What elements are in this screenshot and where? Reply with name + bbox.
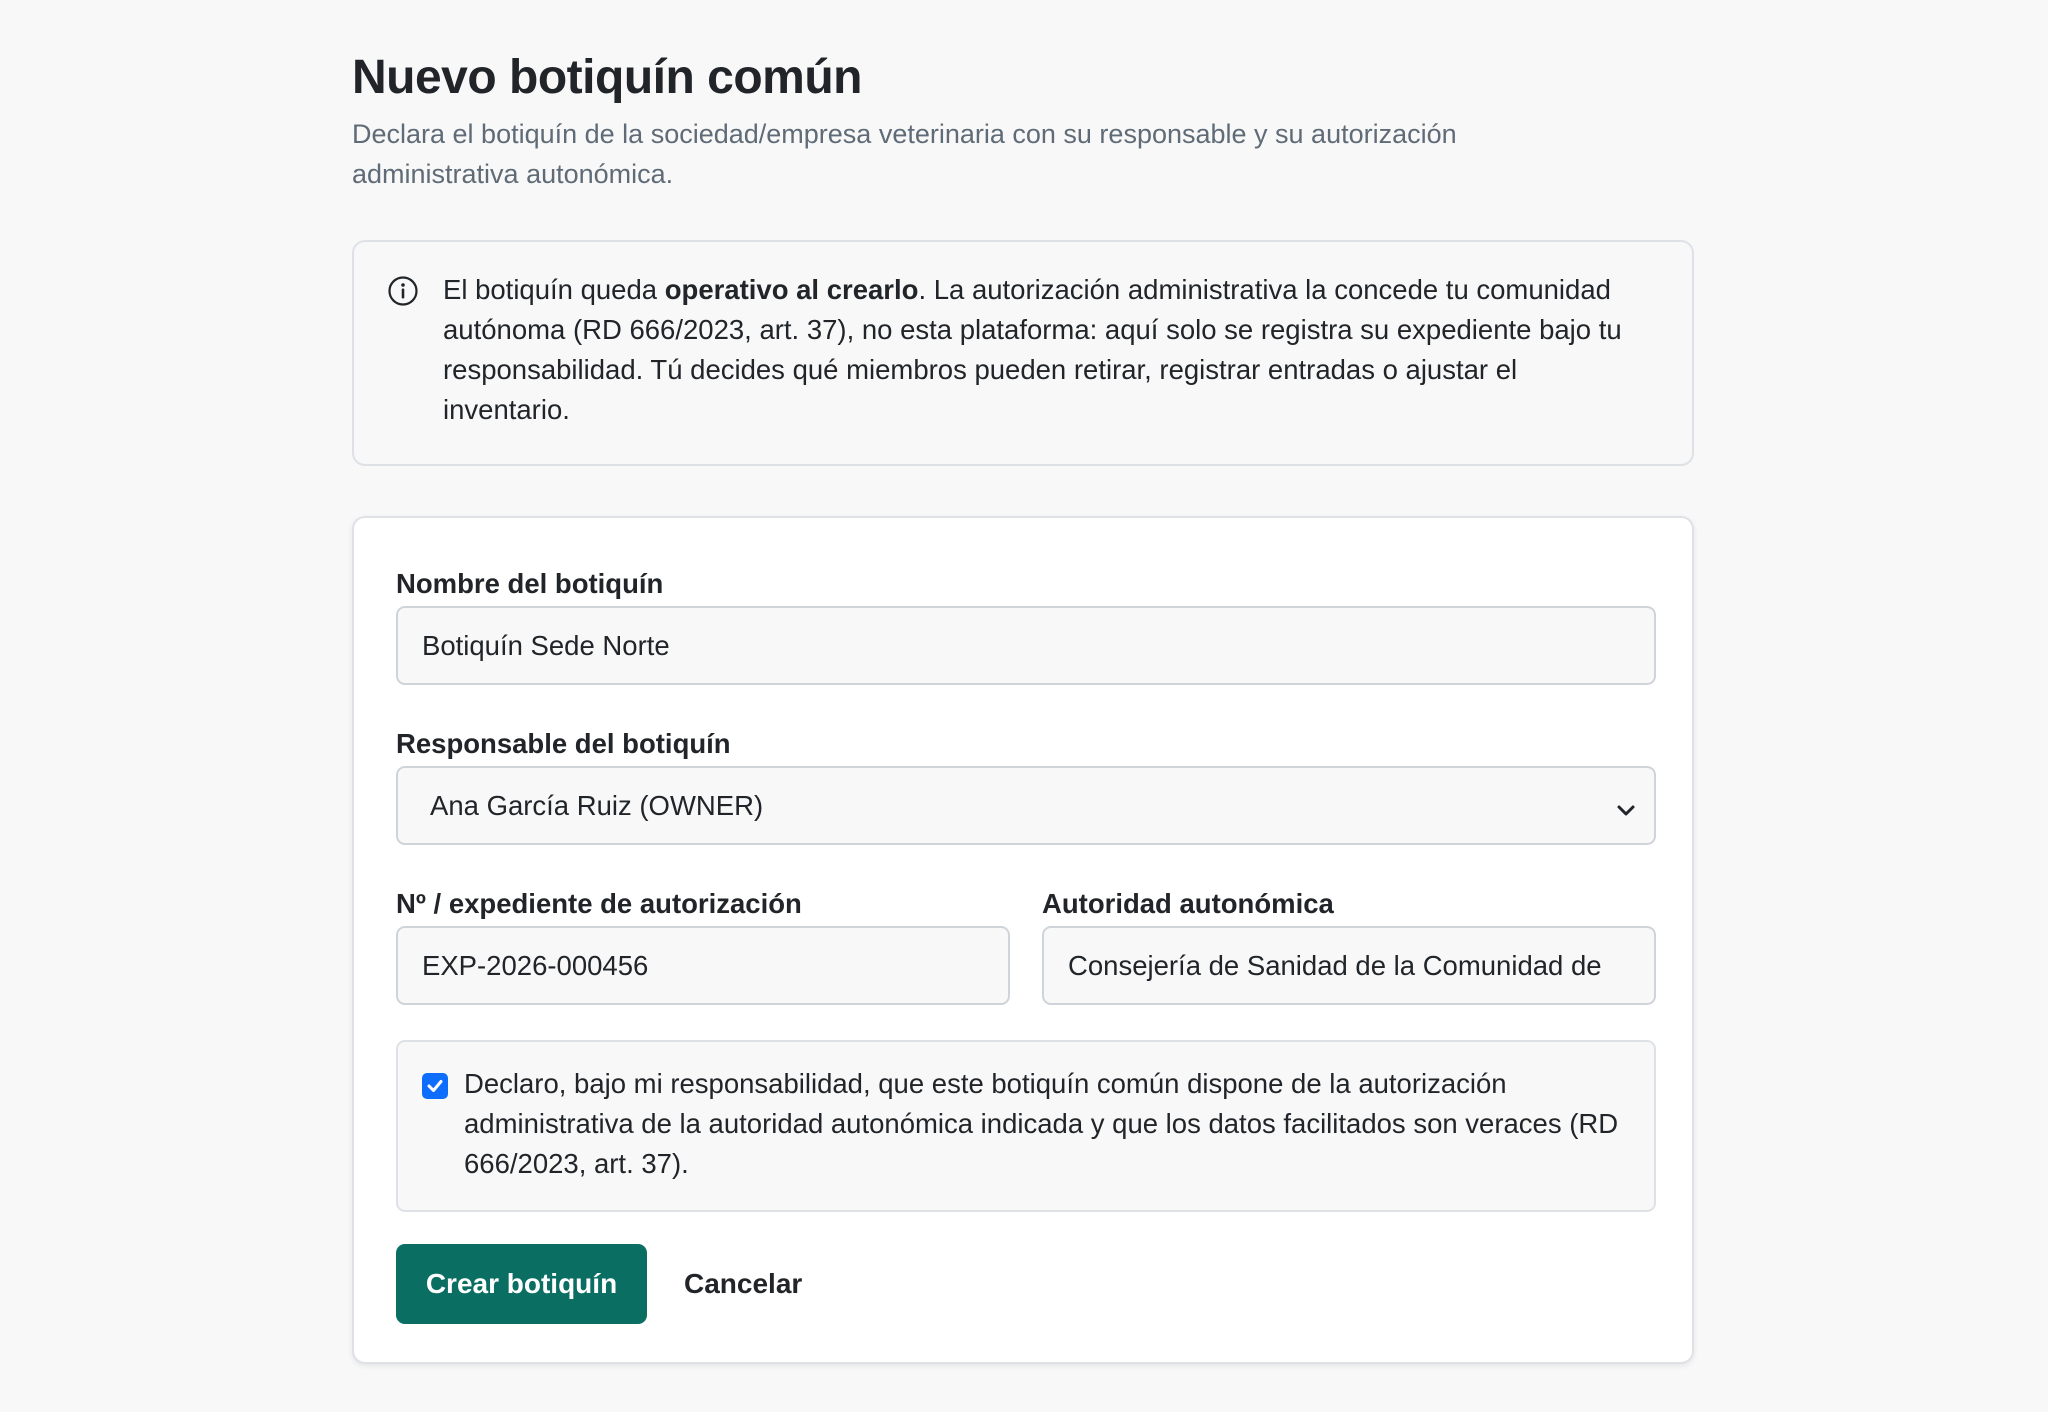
info-circle-icon — [387, 275, 419, 307]
declaration-box: Declaro, bajo mi responsabilidad, que es… — [396, 1040, 1656, 1212]
declaration-text: Declaro, bajo mi responsabilidad, que es… — [464, 1068, 1619, 1179]
info-alert: El botiquín queda operativo al crearlo. … — [352, 240, 1694, 466]
authority-value: Consejería de Sanidad de la Comunidad de — [1068, 950, 1602, 981]
page-title: Nuevo botiquín común — [352, 51, 862, 104]
info-text-bold: operativo al crearlo — [664, 274, 919, 305]
declaration-checkbox[interactable] — [422, 1073, 448, 1099]
auth-number-value: EXP-2026-000456 — [422, 950, 649, 981]
auth-number-input[interactable]: EXP-2026-000456 — [396, 926, 1010, 1005]
page-subtitle: Declara el botiquín de la sociedad/empre… — [352, 119, 1457, 189]
kit-name-input[interactable]: Botiquín Sede Norte — [396, 606, 1656, 685]
checkmark-icon — [427, 1080, 443, 1092]
create-kit-form: Nombre del botiquín Botiquín Sede Norte … — [352, 516, 1694, 1364]
kit-name-value: Botiquín Sede Norte — [422, 630, 670, 661]
auth-number-label: Nº / expediente de autorización — [396, 888, 802, 919]
responsible-label: Responsable del botiquín — [396, 728, 731, 759]
responsible-select[interactable]: Ana García Ruiz (OWNER) — [396, 766, 1656, 845]
authority-input[interactable]: Consejería de Sanidad de la Comunidad de — [1042, 926, 1656, 1005]
responsible-value: Ana García Ruiz (OWNER) — [430, 790, 764, 821]
name-label: Nombre del botiquín — [396, 568, 664, 599]
info-text: El botiquín queda operativo al crearlo. … — [443, 270, 1643, 430]
cancel-button[interactable]: Cancelar — [672, 1244, 814, 1324]
info-text-start: El botiquín queda — [443, 274, 665, 305]
chevron-down-icon — [1616, 795, 1636, 816]
create-kit-button[interactable]: Crear botiquín — [396, 1244, 647, 1324]
authority-label: Autoridad autonómica — [1042, 888, 1334, 919]
